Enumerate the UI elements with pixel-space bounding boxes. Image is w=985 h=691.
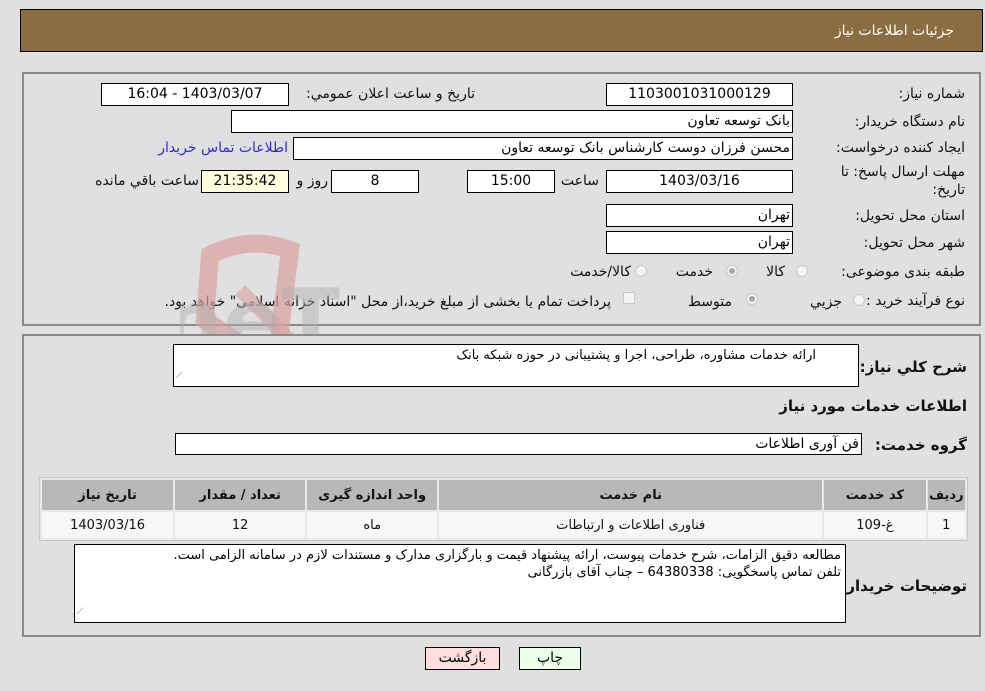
buyer-contact-link[interactable]: اطلاعات تماس خریدار: [158, 140, 288, 156]
process-type-label: نوع فرآیند خرید :: [866, 293, 965, 309]
need-number-label: شماره نیاز:: [898, 86, 966, 102]
buyer-notes-line-2: تلفن تماس پاسخگویی: 64380338 – جناب آقای…: [527, 565, 841, 580]
column-header-row-number: ردیف: [927, 480, 965, 510]
cell-service-name: فناوری اطلاعات و ارتباطات: [439, 512, 823, 538]
cell-need-date: 1403/03/16: [42, 512, 174, 538]
table-row: 1 غ-109 فناوری اطلاعات و ارتباطات ماه 12…: [42, 512, 965, 538]
print-button[interactable]: چاپ: [519, 647, 581, 670]
deadline-time-label: ساعت: [560, 173, 599, 189]
treasury-checkbox[interactable]: [623, 292, 635, 304]
province-label: استان محل تحویل:: [855, 208, 965, 224]
page-header: جزئیات اطلاعات نیاز: [20, 9, 983, 52]
process-medium-radio[interactable]: [746, 293, 758, 305]
days-label: روز و: [296, 173, 329, 189]
column-header-unit: واحد اندازه گیری: [307, 480, 438, 510]
resize-grip-icon[interactable]: ⟋: [176, 368, 182, 385]
buyer-notes-label: توضیحات خریدار:: [840, 577, 967, 595]
services-table: ردیف کد خدمت نام خدمت واحد اندازه گیری ت…: [39, 477, 968, 541]
city-label: شهر محل تحویل:: [863, 235, 965, 251]
buyer-notes-textarea[interactable]: مطالعه دقیق الزامات، شرح خدمات پیوست، ار…: [74, 544, 846, 623]
general-description-text: ارائه خدمات مشاوره، طراحی، اجرا و پشتیبا…: [456, 348, 816, 363]
process-minor-label: جزيي: [810, 294, 842, 310]
buyer-org-field: بانک توسعه تعاون: [231, 110, 793, 133]
remaining-time-label: ساعت باقي مانده: [95, 173, 199, 189]
need-number-field: 1103001031000129: [606, 83, 793, 106]
deadline-time-field: 15:00: [467, 170, 555, 193]
days-remaining-field: 8: [331, 170, 419, 193]
table-header-row: ردیف کد خدمت نام خدمت واحد اندازه گیری ت…: [42, 480, 965, 510]
remaining-time-field: 21:35:42: [201, 170, 289, 193]
services-heading: اطلاعات خدمات مورد نیاز: [779, 397, 967, 415]
category-goods-label: کالا: [766, 264, 785, 280]
category-service-radio[interactable]: [726, 265, 738, 277]
category-goods-radio[interactable]: [796, 265, 808, 277]
back-button[interactable]: بازگشت: [425, 647, 500, 670]
announce-date-label: تاریخ و ساعت اعلان عمومي:: [306, 86, 475, 102]
announce-date-field: 1403/03/07 - 16:04: [101, 83, 289, 106]
column-header-service-name: نام خدمت: [439, 480, 823, 510]
requester-label: ایجاد کننده درخواست:: [836, 140, 965, 156]
process-medium-label: متوسط: [688, 294, 732, 310]
deadline-label-date: تاریخ:: [932, 182, 965, 198]
general-description-label: شرح کلي نیاز:: [859, 358, 967, 376]
service-group-label: گروه خدمت:: [874, 436, 967, 454]
cell-unit: ماه: [307, 512, 438, 538]
general-description-textarea[interactable]: ارائه خدمات مشاوره، طراحی، اجرا و پشتیبا…: [173, 344, 859, 387]
treasury-checkbox-label: پرداخت تمام یا بخشی از مبلغ خرید،از محل …: [164, 294, 611, 310]
page-title: جزئیات اطلاعات نیاز: [834, 23, 954, 39]
deadline-date-field: 1403/03/16: [606, 170, 793, 193]
buyer-org-label: نام دستگاه خریدار:: [854, 114, 965, 130]
category-label: طبقه بندی موضوعی:: [841, 264, 965, 280]
category-goods-service-radio[interactable]: [635, 265, 647, 277]
buyer-notes-line-1: مطالعه دقیق الزامات، شرح خدمات پیوست، ار…: [173, 548, 841, 563]
column-header-service-code: کد خدمت: [824, 480, 926, 510]
cell-quantity: 12: [175, 512, 306, 538]
category-service-label: خدمت: [675, 264, 713, 280]
requester-field: محسن فرزان دوست کارشناس بانک توسعه تعاون: [293, 137, 793, 160]
column-header-need-date: تاریخ نیاز: [42, 480, 174, 510]
category-goods-service-label: کالا/خدمت: [570, 264, 631, 280]
process-minor-radio[interactable]: [853, 294, 865, 306]
deadline-label: مهلت ارسال پاسخ: تا: [840, 164, 965, 180]
province-field: تهران: [606, 204, 793, 227]
column-header-quantity: تعداد / مقدار: [175, 480, 306, 510]
service-group-field: فن آوری اطلاعات: [175, 433, 862, 455]
cell-row-number: 1: [927, 512, 965, 538]
resize-grip-icon[interactable]: ⟋: [77, 604, 83, 621]
cell-service-code: غ-109: [824, 512, 926, 538]
city-field: تهران: [606, 231, 793, 254]
